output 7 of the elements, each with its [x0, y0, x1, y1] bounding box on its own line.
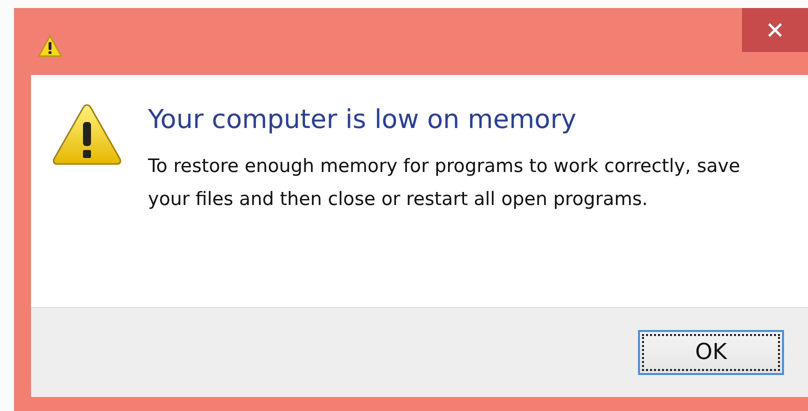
- warning-icon: [38, 35, 62, 57]
- ok-button[interactable]: OK: [638, 330, 784, 375]
- warning-icon: [52, 103, 122, 165]
- dialog-heading: Your computer is low on memory: [148, 104, 578, 137]
- close-button[interactable]: [742, 8, 808, 52]
- dialog-message: To restore enough memory for programs to work correctly, save your files and then close or restart all open programs.: [148, 155, 742, 212]
- close-icon: [767, 22, 783, 38]
